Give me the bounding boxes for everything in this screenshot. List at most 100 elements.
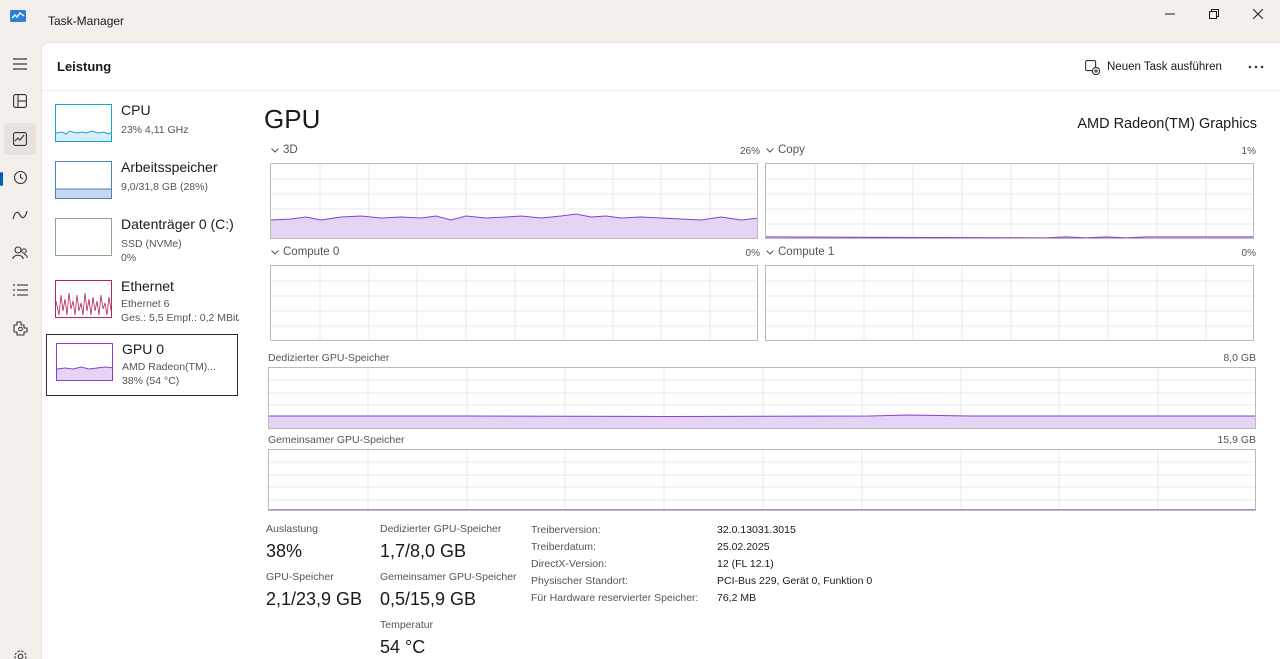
graph-compute-1: [765, 265, 1254, 341]
device-cpu[interactable]: CPU 23% 4,11 GHz: [46, 96, 238, 158]
device-memory[interactable]: Arbeitsspeicher 9,0/31,8 GB (28%): [46, 153, 238, 215]
device-detail: SSD (NVMe): [121, 238, 182, 250]
dedicated-memory-max: 8,0 GB: [1223, 352, 1256, 364]
ethernet-thumbnail: [55, 280, 112, 318]
engine-value: 1%: [1241, 146, 1256, 157]
device-ethernet[interactable]: Ethernet Ethernet 6 Ges.: 5,5 Empf.: 0,2…: [46, 272, 239, 334]
device-name: Arbeitsspeicher: [121, 159, 218, 175]
run-new-task-button[interactable]: Neuen Task ausführen: [1085, 56, 1222, 78]
shared-memory-label: Gemeinsamer GPU-Speicher: [268, 434, 405, 446]
shared-stat-label: Gemeinsamer GPU-Speicher: [380, 571, 517, 583]
nav-users[interactable]: [4, 237, 36, 269]
disk-thumbnail: [55, 218, 112, 256]
maximize-button[interactable]: [1192, 0, 1236, 28]
nav-performance[interactable]: [4, 123, 36, 155]
info-value: 25.02.2025: [717, 541, 770, 553]
chevron-down-icon: [766, 147, 774, 153]
more-options-button[interactable]: [1242, 55, 1270, 79]
temperature-value: 54 °C: [380, 637, 426, 657]
nav-processes[interactable]: [4, 85, 36, 117]
device-name: CPU: [121, 102, 151, 118]
users-icon: [12, 246, 28, 260]
restore-icon: [1209, 9, 1219, 19]
device-detail-2: Ges.: 5,5 Empf.: 0,2 MBit/s: [121, 312, 239, 324]
memory-thumbnail: [55, 161, 112, 199]
engine-value: 26%: [739, 146, 760, 157]
info-key: Treiberversion:: [531, 524, 601, 536]
dedicated-stat-label: Dedizierter GPU-Speicher: [380, 523, 502, 535]
more-icon: [1248, 65, 1264, 69]
engine-name: Compute 0: [283, 246, 340, 258]
services-icon: [12, 320, 28, 336]
graph-grid: [271, 266, 757, 340]
settings-icon: [13, 649, 27, 659]
device-gpu[interactable]: GPU 0 AMD Radeon(TM)... 38% (54 °C): [46, 334, 238, 396]
startup-apps-icon: [12, 210, 28, 220]
engine-selector-copy[interactable]: Copy: [766, 144, 805, 156]
shared-stat-value: 0,5/15,9 GB: [380, 589, 477, 609]
info-key: DirectX-Version:: [531, 558, 607, 570]
info-key: Treiberdatum:: [531, 541, 596, 553]
navigation-rail: [0, 42, 40, 659]
engine-value: 0%: [745, 248, 760, 259]
device-name: GPU 0: [122, 341, 165, 357]
graph-compute-0: [270, 265, 758, 341]
info-value: 76,2 MB: [717, 592, 757, 604]
device-disk[interactable]: Datenträger 0 (C:) SSD (NVMe) 0%: [46, 210, 238, 272]
graph-copy: [765, 163, 1254, 239]
graph-grid: [269, 450, 1255, 510]
details-icon: [12, 284, 28, 296]
device-detail: Ethernet 6: [121, 298, 170, 310]
nav-services[interactable]: [4, 312, 36, 344]
device-detail-2: 38% (54 °C): [122, 375, 180, 387]
graph-shared-memory: [268, 449, 1256, 511]
graph-compute-0-plot: [271, 266, 757, 340]
shared-memory-max: 15,9 GB: [1217, 434, 1256, 446]
app-history-icon: [13, 170, 27, 184]
gpu-heading: GPU: [264, 104, 321, 134]
page-header: Leistung Neuen Task ausführen: [42, 43, 1280, 91]
hamburger-menu-button[interactable]: [4, 48, 36, 80]
cpu-thumbnail: [55, 104, 112, 142]
engine-name: 3D: [283, 144, 298, 156]
nav-settings[interactable]: [4, 640, 36, 659]
processes-icon: [13, 94, 27, 108]
window-title: Task-Manager: [48, 14, 125, 28]
graph-3d: [270, 163, 758, 239]
info-value: 32.0.13031.3015: [717, 524, 796, 536]
memory-sparkline: [56, 188, 111, 198]
nav-startup-apps[interactable]: [4, 199, 36, 231]
utilization-label: Auslastung: [266, 523, 318, 535]
hamburger-menu-icon: [13, 58, 27, 70]
info-value: PCI-Bus 229, Gerät 0, Funktion 0: [717, 575, 873, 587]
gpu-thumbnail: [56, 343, 113, 381]
main-panel: Leistung Neuen Task ausführen CPU 23% 4,…: [41, 42, 1280, 659]
gpu-memory-label: GPU-Speicher: [266, 571, 334, 583]
title-bar: Task-Manager: [0, 0, 1280, 42]
graph-dedicated-memory-plot: [269, 368, 1255, 428]
active-nav-indicator: [0, 172, 3, 186]
engine-name: Compute 1: [778, 246, 835, 258]
minimize-button[interactable]: [1148, 0, 1192, 28]
utilization-value: 38%: [266, 541, 303, 561]
engine-selector-compute-0[interactable]: Compute 0: [271, 246, 339, 258]
close-button[interactable]: [1236, 0, 1280, 28]
nav-details[interactable]: [4, 274, 36, 306]
graph-3d-plot: [271, 164, 757, 238]
close-icon: [1253, 9, 1263, 19]
chevron-down-icon: [766, 249, 774, 255]
graph-grid: [766, 164, 1253, 238]
engine-selector-compute-1[interactable]: Compute 1: [766, 246, 834, 258]
page-title: Leistung: [57, 59, 112, 74]
info-key: Für Hardware reservierter Speicher:: [531, 592, 699, 604]
gpu-memory-value: 2,1/23,9 GB: [266, 589, 363, 609]
gpu-model-name: AMD Radeon(TM) Graphics: [1077, 116, 1257, 132]
nav-app-history[interactable]: [4, 161, 36, 193]
graph-dedicated-memory: [268, 367, 1256, 429]
engine-name: Copy: [778, 144, 805, 156]
engine-selector-3d[interactable]: 3D: [271, 144, 298, 156]
run-new-task-label: Neuen Task ausführen: [1107, 61, 1222, 73]
cpu-sparkline: [56, 130, 111, 141]
temperature-label: Temperatur: [380, 619, 434, 631]
device-detail: 23% 4,11 GHz: [121, 124, 189, 136]
